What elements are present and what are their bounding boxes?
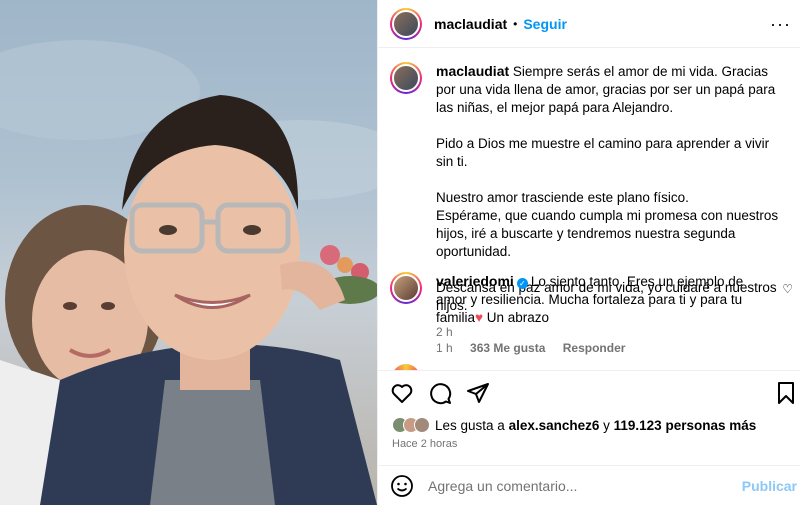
reply-button[interactable]: Responder [563, 341, 626, 355]
likes-middle: y [599, 417, 614, 433]
publish-button[interactable]: Publicar [742, 478, 797, 494]
separator-dot: • [513, 16, 518, 31]
caption-author-avatar[interactable] [390, 62, 422, 94]
caption-paragraph-4: Espérame, que cuando cumpla mi promesa c… [436, 208, 779, 259]
follow-button[interactable]: Seguir [523, 16, 567, 32]
comment-time[interactable]: 1 h [436, 341, 453, 355]
comment-body: valeriedomi ✓ Lo siento tanto. Eres un eje… [436, 272, 771, 357]
likes-text: Les gusta a alex.sanchez6 y 119.123 pers… [435, 418, 756, 433]
post-actions: Les gusta a alex.sanchez6 y 119.123 pers… [378, 370, 800, 465]
photo-illustration [0, 40, 377, 505]
comment-like-heart-icon[interactable]: ♡ [782, 282, 793, 296]
add-comment-bar: Publicar [378, 465, 800, 505]
likes-user[interactable]: alex.sanchez6 [509, 418, 600, 433]
commenter-username[interactable]: valeriedomi [436, 273, 514, 289]
comment-likes[interactable]: 363 Me gusta [470, 341, 545, 355]
verified-badge-icon: ✓ [516, 278, 528, 289]
post-header: maclaudiat • Seguir ··· [378, 0, 800, 48]
save-bookmark-icon[interactable] [775, 381, 797, 405]
like-heart-icon[interactable] [390, 381, 414, 405]
post-time-ago[interactable]: Hace 2 horas [392, 438, 457, 450]
liker-avatar[interactable] [414, 417, 430, 433]
caption-username[interactable]: maclaudiat [436, 63, 509, 79]
likes-count[interactable]: 119.123 personas más [614, 418, 757, 433]
caption-paragraph-1: maclaudiat Siempre serás el amor de mi v… [436, 62, 790, 117]
likes-summary: Les gusta a alex.sanchez6 y 119.123 pers… [392, 417, 756, 433]
more-options-icon[interactable]: ··· [770, 14, 791, 35]
comment-item: valeriedomi ✓ Lo siento tanto. Eres un eje… [390, 272, 795, 357]
comment-meta: 1 h 363 Me gusta Responder [436, 339, 771, 357]
author-avatar[interactable] [390, 7, 422, 40]
caption-paragraph-2: Pido a Dios me muestre el camino para ap… [436, 136, 770, 169]
comments-section[interactable]: maclaudiat Siempre serás el amor de mi v… [378, 48, 800, 370]
commenter-avatar[interactable] [390, 272, 422, 304]
share-paper-plane-icon[interactable] [466, 381, 490, 405]
comment-text-end: Un abrazo [483, 310, 550, 325]
likes-prefix: Les gusta a [435, 417, 509, 433]
emoji-smiley-icon[interactable] [390, 474, 414, 498]
post-photo[interactable] [0, 0, 377, 505]
heart-emoji-icon: ♥ [475, 310, 484, 325]
post-side-panel: maclaudiat • Seguir ··· maclaudiat Siemp… [377, 0, 800, 505]
caption-paragraph-3: Nuestro amor trasciende este plano físic… [436, 190, 689, 205]
comment-bubble-icon[interactable] [428, 381, 452, 405]
comment-text-block: valeriedomi ✓ Lo siento tanto. Eres un eje… [436, 272, 771, 327]
action-icons [390, 381, 504, 405]
comment-input[interactable] [428, 477, 728, 494]
author-username[interactable]: maclaudiat [434, 16, 507, 32]
